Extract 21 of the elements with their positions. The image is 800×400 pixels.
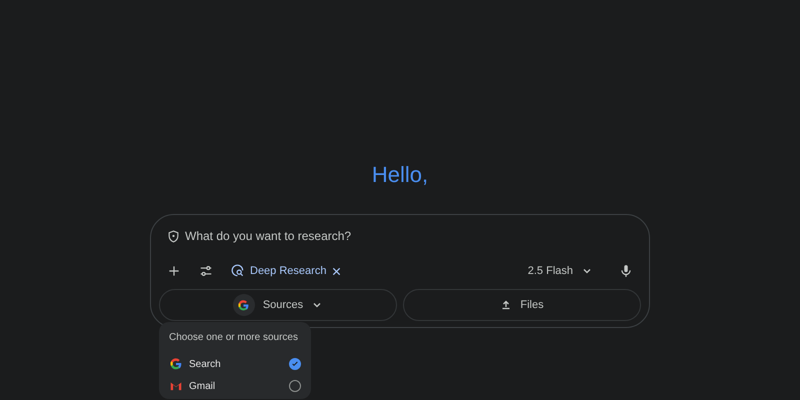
upload-icon xyxy=(500,299,512,311)
check-icon xyxy=(291,360,299,368)
research-icon xyxy=(231,264,245,278)
plus-icon[interactable] xyxy=(167,264,181,278)
checkbox[interactable] xyxy=(289,358,301,370)
menu-title: Choose one or more sources xyxy=(169,332,299,343)
tool-chip-label[interactable]: Deep Research xyxy=(250,265,326,277)
google-icon xyxy=(169,357,183,371)
google-icon xyxy=(232,294,255,316)
shield-icon xyxy=(167,230,180,242)
sources-button[interactable]: Sources xyxy=(159,289,397,321)
files-button[interactable]: Files xyxy=(403,289,641,321)
checkbox[interactable] xyxy=(289,380,301,392)
menu-item-label[interactable]: Gmail xyxy=(189,380,283,392)
close-icon[interactable] xyxy=(331,266,342,276)
microphone-icon[interactable] xyxy=(619,264,633,278)
sliders-icon[interactable] xyxy=(199,264,213,278)
greeting: Hello, xyxy=(372,161,428,189)
model-selector[interactable]: 2.5 Flash xyxy=(528,265,593,277)
prompt-input[interactable]: What do you want to research? xyxy=(185,229,633,243)
menu-item-label[interactable]: Search xyxy=(189,358,283,370)
